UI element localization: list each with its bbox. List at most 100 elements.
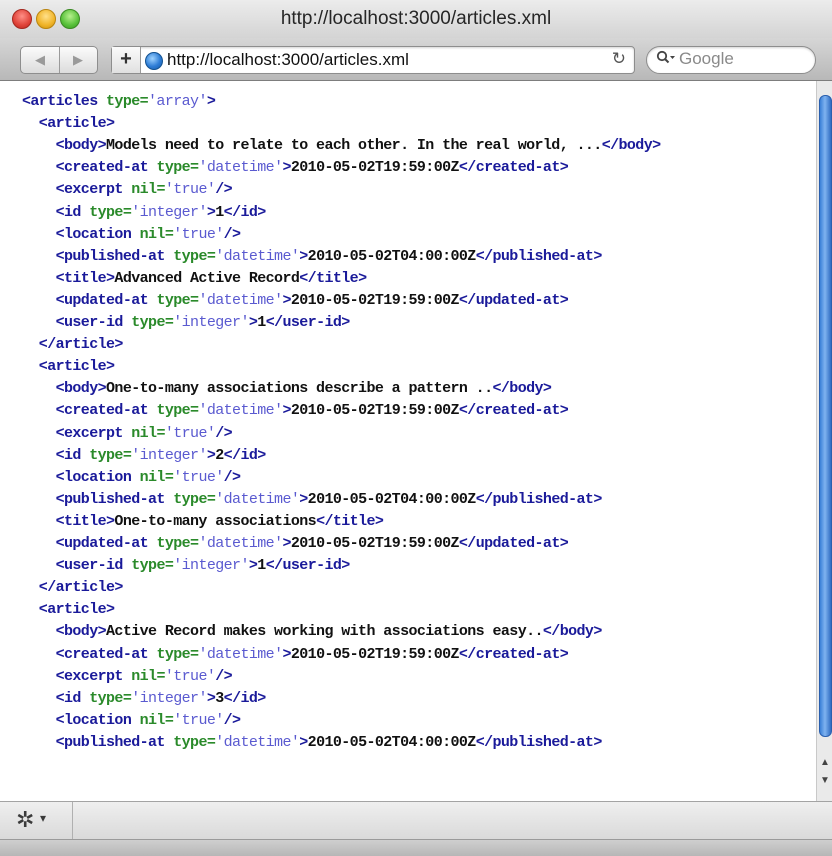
xml-line: <user-id type='integer'>1</user-id>: [22, 555, 351, 577]
forward-button[interactable]: ▶: [59, 47, 97, 73]
xml-tag-token: <user-id: [22, 557, 132, 575]
xml-attr-token: type=: [89, 203, 132, 221]
xml-tag-token: </user-id>: [265, 314, 351, 331]
page-content: <articles type='array'> <article> <body>…: [0, 81, 816, 801]
xml-tag-token: />: [223, 225, 241, 243]
xml-val-token: 'datetime': [215, 247, 300, 265]
xml-attr-token: type=: [131, 314, 174, 331]
xml-txt-token: 2010-05-02T19:59:00Z: [290, 535, 460, 552]
scroll-up-icon[interactable]: ▲: [820, 757, 830, 768]
xml-tag-token: </id>: [223, 689, 267, 707]
nav-buttons: ◀ ▶: [20, 46, 98, 74]
xml-tag-token: </published-at>: [475, 490, 603, 508]
xml-txt-token: 1: [215, 203, 224, 221]
xml-val-token: 'datetime': [215, 490, 300, 508]
scroll-down-icon[interactable]: ▼: [820, 775, 830, 786]
xml-txt-token: 2010-05-02T04:00:00Z: [307, 247, 477, 265]
xml-line: <id type='integer'>1</id>: [22, 202, 267, 224]
xml-tag-token: />: [223, 711, 241, 729]
xml-tag-token: <updated-at: [22, 291, 157, 309]
bottom-bar: ✲ ▾: [0, 801, 832, 840]
xml-txt-token: 2010-05-02T04:00:00Z: [307, 490, 477, 508]
xml-attr-token: nil=: [131, 181, 165, 199]
window-title: http://localhost:3000/articles.xml: [280, 8, 552, 29]
xml-tag-token: >: [206, 446, 216, 464]
xml-line: <published-at type='datetime'>2010-05-02…: [22, 489, 603, 511]
forward-arrow-icon: ▶: [73, 52, 83, 67]
xml-tag-token: >: [206, 93, 216, 110]
xml-val-token: 'true': [173, 225, 224, 243]
address-bar[interactable]: + http://localhost:3000/articles.xml ↻: [111, 46, 635, 74]
vertical-scrollbar[interactable]: ▲ ▼: [816, 81, 832, 801]
xml-attr-token: type=: [89, 689, 132, 707]
xml-tag-token: >: [299, 733, 308, 751]
xml-attr-token: type=: [173, 490, 216, 508]
xml-line: <excerpt nil='true'/>: [22, 666, 233, 688]
divider: [72, 802, 73, 840]
xml-tag-token: <excerpt: [22, 667, 132, 685]
globe-icon: [145, 52, 163, 70]
xml-tag-token: <published-at: [22, 490, 174, 508]
xml-val-token: 'datetime': [198, 402, 283, 420]
xml-txt-token: 2010-05-02T19:59:00Z: [290, 159, 460, 177]
xml-tag-token: />: [215, 424, 233, 442]
xml-attr-token: nil=: [139, 468, 174, 486]
xml-tag-token: />: [215, 667, 233, 685]
xml-attr-token: nil=: [139, 711, 174, 729]
xml-txt-token: Active Record makes working with associa…: [106, 623, 543, 641]
xml-tag-token: </published-at>: [475, 733, 603, 751]
xml-attr-token: nil=: [131, 424, 165, 442]
xml-tag-token: <article>: [22, 115, 115, 133]
search-field[interactable]: [646, 46, 816, 74]
xml-attr-token: type=: [156, 645, 199, 663]
xml-txt-token: One-to-many associations: [114, 512, 317, 530]
xml-tag-token: <id: [22, 203, 90, 221]
xml-val-token: 'datetime': [198, 159, 283, 177]
xml-tag-token: >: [282, 291, 291, 309]
xml-val-token: 'true': [164, 667, 216, 685]
gear-icon[interactable]: ✲: [16, 807, 34, 833]
xml-val-token: 'integer': [173, 557, 249, 575]
xml-tag-token: <created-at: [22, 645, 157, 663]
xml-val-token: 'datetime': [215, 733, 300, 751]
xml-tag-token: <body>: [22, 137, 107, 155]
add-bookmark-button[interactable]: +: [112, 47, 141, 73]
xml-line: <title>One-to-many associations</title>: [22, 511, 384, 533]
back-arrow-icon: ◀: [35, 52, 45, 67]
xml-tag-token: </created-at>: [458, 645, 569, 663]
xml-line: <excerpt nil='true'/>: [22, 423, 233, 445]
back-button[interactable]: ◀: [21, 47, 60, 73]
xml-val-token: 'datetime': [198, 645, 283, 663]
xml-tag-token: </body>: [601, 137, 661, 155]
title-bar: http://localhost:3000/articles.xml: [0, 0, 832, 38]
xml-tag-token: >: [282, 402, 291, 420]
xml-txt-token: 2010-05-02T19:59:00Z: [290, 291, 460, 309]
search-input[interactable]: [679, 49, 807, 69]
xml-tag-token: </user-id>: [265, 557, 351, 575]
xml-line: <body>Active Record makes working with a…: [22, 621, 603, 643]
xml-tag-token: <updated-at: [22, 535, 157, 552]
xml-line: <published-at type='datetime'>2010-05-02…: [22, 246, 603, 268]
xml-val-token: 'true': [173, 711, 224, 729]
xml-tag-token: <user-id: [22, 314, 132, 331]
xml-line: </article>: [22, 577, 124, 599]
xml-tag-token: >: [282, 159, 291, 177]
xml-tag-token: <created-at: [22, 159, 157, 177]
xml-tag-token: </id>: [223, 446, 267, 464]
xml-attr-token: type=: [173, 247, 216, 265]
xml-tag-token: <id: [22, 689, 90, 707]
xml-tag-token: />: [215, 181, 233, 199]
xml-tag-token: >: [282, 645, 291, 663]
xml-tag-token: <location: [22, 225, 140, 243]
url-text[interactable]: http://localhost:3000/articles.xml: [167, 50, 409, 70]
reload-button[interactable]: ↻: [612, 49, 626, 69]
chevron-down-icon[interactable]: ▾: [40, 811, 46, 825]
xml-attr-token: type=: [106, 93, 149, 110]
xml-attr-token: type=: [156, 402, 199, 420]
scrollbar-thumb[interactable]: [819, 95, 832, 737]
xml-tag-token: <article>: [22, 358, 115, 376]
xml-val-token: 'true': [164, 181, 216, 199]
xml-tag-token: >: [299, 247, 308, 265]
xml-txt-token: 2: [215, 446, 224, 464]
xml-val-token: 'array': [148, 93, 207, 110]
